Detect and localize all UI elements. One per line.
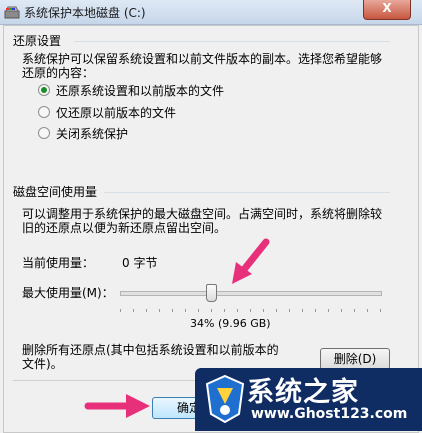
slider-tick bbox=[302, 309, 303, 312]
disk-usage-divider bbox=[104, 192, 390, 193]
delete-description-line2: 文件)。 bbox=[22, 357, 63, 371]
window-title: 系统保护本地磁盘 (C:) bbox=[24, 6, 146, 20]
slider-tick bbox=[367, 309, 368, 312]
max-usage-label: 最大使用量(M)： bbox=[22, 286, 114, 300]
slider-tick bbox=[224, 309, 225, 312]
slider-tick bbox=[289, 309, 290, 312]
annotation-arrow-slider bbox=[232, 238, 270, 284]
current-usage-label: 当前使用量： bbox=[22, 256, 95, 270]
disk-description-line2: 旧的还原点以便为新还原点留出空间。 bbox=[22, 221, 227, 235]
watermark-badge: 系统之家 www.Ghost123.com bbox=[195, 368, 422, 431]
radio-label: 关闭系统保护 bbox=[56, 126, 129, 141]
radio-label: 仅还原以前版本的文件 bbox=[56, 105, 177, 120]
restore-description-line2: 还原的内容： bbox=[22, 66, 95, 80]
slider-tick bbox=[198, 309, 199, 312]
watermark-logo-icon bbox=[205, 374, 245, 424]
title-bar: 系统保护本地磁盘 (C:) X bbox=[0, 0, 422, 25]
slider-tick bbox=[172, 309, 173, 312]
slider-tick bbox=[276, 309, 277, 312]
max-usage-slider-track[interactable] bbox=[120, 291, 382, 296]
slider-tick bbox=[341, 309, 342, 312]
slider-tick bbox=[315, 309, 316, 312]
watermark-url: www.Ghost123.com bbox=[251, 406, 408, 422]
disk-usage-group-label: 磁盘空间使用量 bbox=[13, 185, 98, 199]
radio-label: 还原系统设置和以前版本的文件 bbox=[56, 83, 225, 98]
radio-selected-dot bbox=[41, 87, 47, 93]
restore-settings-group-label: 还原设置 bbox=[13, 34, 62, 48]
slider-tick bbox=[354, 309, 355, 312]
delete-button[interactable]: 删除(D) bbox=[320, 348, 390, 370]
slider-tick bbox=[146, 309, 147, 312]
slider-tick bbox=[328, 309, 329, 312]
annotation-arrow-ok bbox=[84, 394, 150, 418]
slider-tick bbox=[211, 309, 212, 312]
radio-restore-system-and-files[interactable]: 还原系统设置和以前版本的文件 bbox=[38, 82, 224, 98]
radio-button[interactable] bbox=[38, 106, 50, 118]
restore-settings-divider bbox=[74, 41, 390, 42]
slider-tick bbox=[133, 309, 134, 312]
radio-button[interactable] bbox=[38, 84, 50, 96]
max-usage-value: 34% (9.96 GB) bbox=[190, 317, 271, 330]
drive-icon bbox=[4, 6, 20, 19]
current-usage-value: 0 字节 bbox=[122, 256, 158, 270]
close-button[interactable]: X bbox=[363, 0, 411, 20]
slider-tick bbox=[120, 309, 121, 312]
slider-tick bbox=[380, 309, 381, 312]
radio-restore-files-only[interactable]: 仅还原以前版本的文件 bbox=[38, 104, 176, 120]
slider-tick bbox=[159, 309, 160, 312]
slider-tick bbox=[185, 309, 186, 312]
radio-button[interactable] bbox=[38, 127, 50, 139]
watermark-title: 系统之家 bbox=[247, 377, 359, 408]
slider-tick bbox=[263, 309, 264, 312]
slider-tick bbox=[250, 309, 251, 312]
slider-tick bbox=[237, 309, 238, 312]
radio-turn-off-protection[interactable]: 关闭系统保护 bbox=[38, 125, 128, 141]
close-icon: X bbox=[382, 1, 392, 15]
max-usage-slider-thumb[interactable] bbox=[206, 284, 218, 302]
